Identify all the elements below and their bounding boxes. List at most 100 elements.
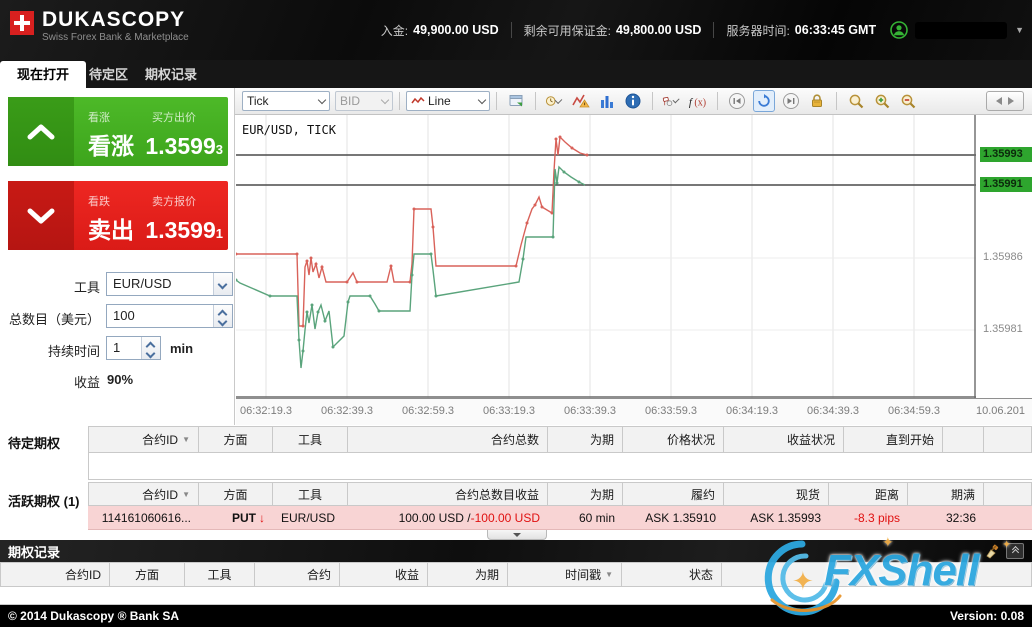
shapes-icon[interactable] bbox=[662, 91, 682, 111]
redacted-username[interactable] bbox=[915, 21, 1008, 39]
current-price-label: 1.35993 bbox=[980, 147, 1032, 162]
table-header-cell[interactable]: 合约ID bbox=[0, 562, 110, 587]
skip-forward-icon[interactable] bbox=[781, 91, 801, 111]
chevron-down-icon[interactable] bbox=[213, 273, 232, 295]
tab-option-records[interactable]: 期权记录 bbox=[128, 61, 214, 88]
data-point bbox=[297, 338, 301, 342]
table-header-cell[interactable]: 为期 bbox=[548, 426, 623, 453]
table-header-cell[interactable]: 合约总数目收益 bbox=[348, 482, 548, 506]
axis-time-label: 06:32:19.3 bbox=[240, 405, 292, 417]
duration-label: 持续时间 bbox=[47, 344, 100, 359]
table-header-cell bbox=[984, 426, 1032, 453]
clock-icon[interactable] bbox=[545, 91, 565, 111]
table-header-cell[interactable]: 履约 bbox=[623, 482, 724, 506]
margin-value: 49,800.00 USD bbox=[615, 23, 702, 37]
toolbar-divider bbox=[836, 92, 837, 110]
data-point bbox=[525, 221, 529, 225]
clear-icon[interactable] bbox=[984, 544, 1000, 559]
info-icon[interactable] bbox=[623, 91, 643, 111]
table-header-cell[interactable]: 方面 bbox=[199, 426, 273, 453]
collapse-icon[interactable] bbox=[1006, 543, 1024, 559]
chart-type-select[interactable]: Line bbox=[406, 91, 490, 111]
table-header-cell[interactable]: 为期 bbox=[428, 562, 508, 587]
table-header-cell[interactable]: 合约 bbox=[255, 562, 340, 587]
table-header-cell[interactable]: 距离 bbox=[829, 482, 908, 506]
table-header-cell[interactable]: 价格状况 bbox=[623, 426, 724, 453]
table-header-cell[interactable]: 方面 bbox=[110, 562, 185, 587]
table-header-cell[interactable]: 合约ID ▼ bbox=[88, 426, 199, 453]
data-point bbox=[331, 345, 335, 349]
toolbar-divider bbox=[652, 92, 653, 110]
table-collapse-handle[interactable] bbox=[487, 530, 547, 540]
scroll-left-icon[interactable] bbox=[996, 97, 1002, 105]
bar-chart-icon[interactable] bbox=[597, 91, 617, 111]
chart-alert-icon[interactable] bbox=[571, 91, 591, 111]
call-price: 1.3599 bbox=[145, 133, 216, 159]
zoom-original-icon[interactable] bbox=[846, 91, 866, 111]
zoom-in-icon[interactable] bbox=[872, 91, 892, 111]
call-button[interactable]: 看涨 买方出价 看涨 1.3599 3 bbox=[8, 97, 228, 166]
amount-input[interactable]: 100 bbox=[106, 304, 233, 328]
divider bbox=[713, 22, 715, 38]
data-point bbox=[346, 300, 350, 304]
topbar: DUKASCOPY Swiss Forex Bank & Marketplace… bbox=[0, 0, 1032, 60]
active-option-row[interactable]: 114161060616... PUT ↓ EUR/USD 100.00 USD / -… bbox=[88, 506, 1032, 530]
table-header-cell[interactable]: 期满 bbox=[908, 482, 984, 506]
table-header-cell[interactable]: 时间戳 ▼ bbox=[508, 562, 622, 587]
side-value: BID bbox=[340, 94, 361, 108]
svg-text:(x): (x) bbox=[694, 97, 706, 108]
table-header-cell[interactable]: 合约总数 bbox=[348, 426, 548, 453]
table-header-cell[interactable]: 收益状况 bbox=[724, 426, 844, 453]
current-price-label: 1.35991 bbox=[980, 177, 1032, 192]
swiss-flag-icon bbox=[10, 11, 34, 35]
table-header-cell[interactable]: 方面 bbox=[199, 482, 273, 506]
table-header-cell bbox=[722, 562, 1032, 587]
new-window-icon[interactable] bbox=[506, 91, 526, 111]
instrument-select[interactable]: EUR/USD bbox=[106, 272, 233, 296]
server-time-value: 06:33:45 GMT bbox=[794, 23, 877, 37]
table-header-cell[interactable]: 合约ID ▼ bbox=[88, 482, 199, 506]
data-point bbox=[309, 256, 313, 260]
data-point bbox=[345, 280, 349, 284]
amount-stepper[interactable] bbox=[213, 305, 232, 327]
data-point bbox=[389, 264, 393, 268]
data-point bbox=[323, 319, 327, 323]
data-point bbox=[555, 181, 559, 185]
chart-plot[interactable]: EUR/USD, TICK 1.35993 1.35991 1.35986 1.359… bbox=[234, 115, 1032, 398]
fx-icon[interactable]: f (x) bbox=[688, 91, 708, 111]
bid-line bbox=[235, 165, 586, 369]
pending-section-title: 待定期权 bbox=[8, 436, 61, 451]
skip-back-icon[interactable] bbox=[727, 91, 747, 111]
period-select[interactable]: Tick bbox=[242, 91, 330, 111]
data-point bbox=[570, 146, 574, 150]
table-header-cell[interactable]: 工具 bbox=[273, 482, 348, 506]
loop-icon[interactable] bbox=[753, 90, 775, 112]
lock-icon[interactable] bbox=[807, 91, 827, 111]
table-header-cell[interactable]: 直到开始 bbox=[844, 426, 943, 453]
chart-scroll-buttons[interactable] bbox=[986, 91, 1024, 111]
data-point bbox=[533, 203, 537, 207]
side-select[interactable]: BID bbox=[335, 91, 393, 111]
cell-side: PUT ↓ bbox=[199, 506, 273, 530]
data-point bbox=[305, 259, 309, 263]
table-header-cell[interactable]: 收益 bbox=[340, 562, 428, 587]
data-point bbox=[562, 170, 566, 174]
chevron-down-icon[interactable]: ▼ bbox=[1015, 25, 1024, 35]
scroll-right-icon[interactable] bbox=[1008, 97, 1014, 105]
duration-unit: min bbox=[170, 341, 194, 356]
duration-input[interactable]: 1 bbox=[106, 336, 161, 360]
data-point bbox=[316, 310, 320, 314]
zoom-out-icon[interactable] bbox=[898, 91, 918, 111]
table-header-cell[interactable]: 为期 bbox=[548, 482, 623, 506]
table-header-cell[interactable]: 状态 bbox=[622, 562, 722, 587]
table-header-cell[interactable]: 现货 bbox=[724, 482, 829, 506]
put-price: 1.3599 bbox=[145, 217, 216, 243]
table-header-cell[interactable]: 工具 bbox=[185, 562, 255, 587]
duration-stepper[interactable] bbox=[141, 337, 160, 359]
table-header-cell[interactable]: 工具 bbox=[273, 426, 348, 453]
deposit-label: 入金: bbox=[380, 23, 409, 38]
data-point bbox=[540, 205, 544, 209]
line-style-icon bbox=[411, 96, 425, 104]
put-button[interactable]: 看跌 卖方报价 卖出 1.3599 1 bbox=[8, 181, 228, 250]
deposit-value: 49,900.00 USD bbox=[413, 23, 499, 37]
